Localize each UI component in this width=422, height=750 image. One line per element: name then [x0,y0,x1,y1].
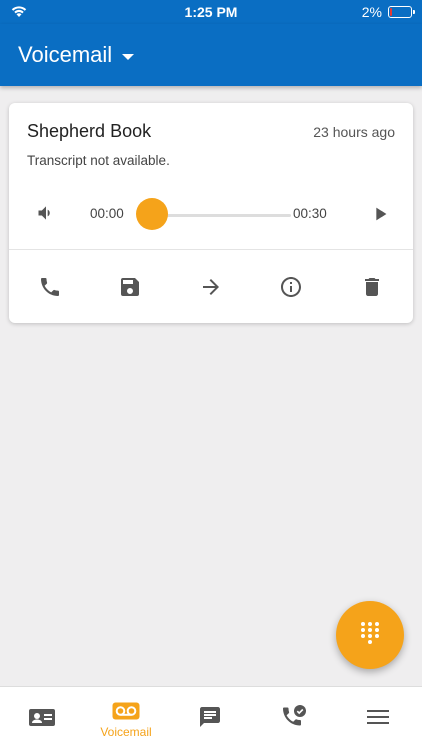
voicemail-card: Shepherd Book 23 hours ago Transcript no… [9,103,413,323]
status-bar: 1:25 PM 2% [0,0,422,24]
phone-icon[interactable] [36,273,64,301]
caller-name: Shepherd Book [27,121,152,141]
dialpad-icon [358,620,382,651]
play-icon[interactable] [369,203,391,225]
nav-messages[interactable] [168,687,252,750]
caret-down-icon [122,53,135,60]
seek-track[interactable] [154,214,291,217]
call-history-icon [280,705,308,729]
nav-voicemail-label: Voicemail [100,725,152,739]
nav-call-history[interactable] [252,687,336,750]
nav-menu[interactable] [336,687,420,750]
timestamp: 23 hours ago [313,124,395,140]
bottom-nav: Voicemail [0,686,422,750]
battery-icon [388,6,415,18]
app-bar: Voicemail [0,24,422,86]
battery-percent: 2% [361,4,382,20]
forward-icon[interactable] [197,273,225,301]
divider [9,249,413,250]
save-icon[interactable] [116,273,144,301]
elapsed-time: 00:00 [90,206,124,221]
duration-time: 00:30 [293,206,327,221]
dialpad-button[interactable] [336,601,404,669]
speaker-icon[interactable] [36,203,56,223]
seek-thumb[interactable] [136,198,168,230]
voicemail-icon [112,699,140,723]
audio-player: 00:00 00:30 [9,197,413,231]
menu-icon [364,705,392,729]
status-time: 1:25 PM [184,4,238,20]
contacts-icon [28,705,56,729]
info-icon[interactable] [277,273,305,301]
nav-contacts[interactable] [0,687,84,750]
page-title: Voicemail [18,42,113,67]
transcript-text: Transcript not available. [27,153,170,168]
chat-icon [196,705,224,729]
view-selector[interactable]: Voicemail [18,42,135,68]
action-row [9,267,413,307]
delete-icon[interactable] [358,273,386,301]
nav-voicemail[interactable]: Voicemail [84,687,168,750]
